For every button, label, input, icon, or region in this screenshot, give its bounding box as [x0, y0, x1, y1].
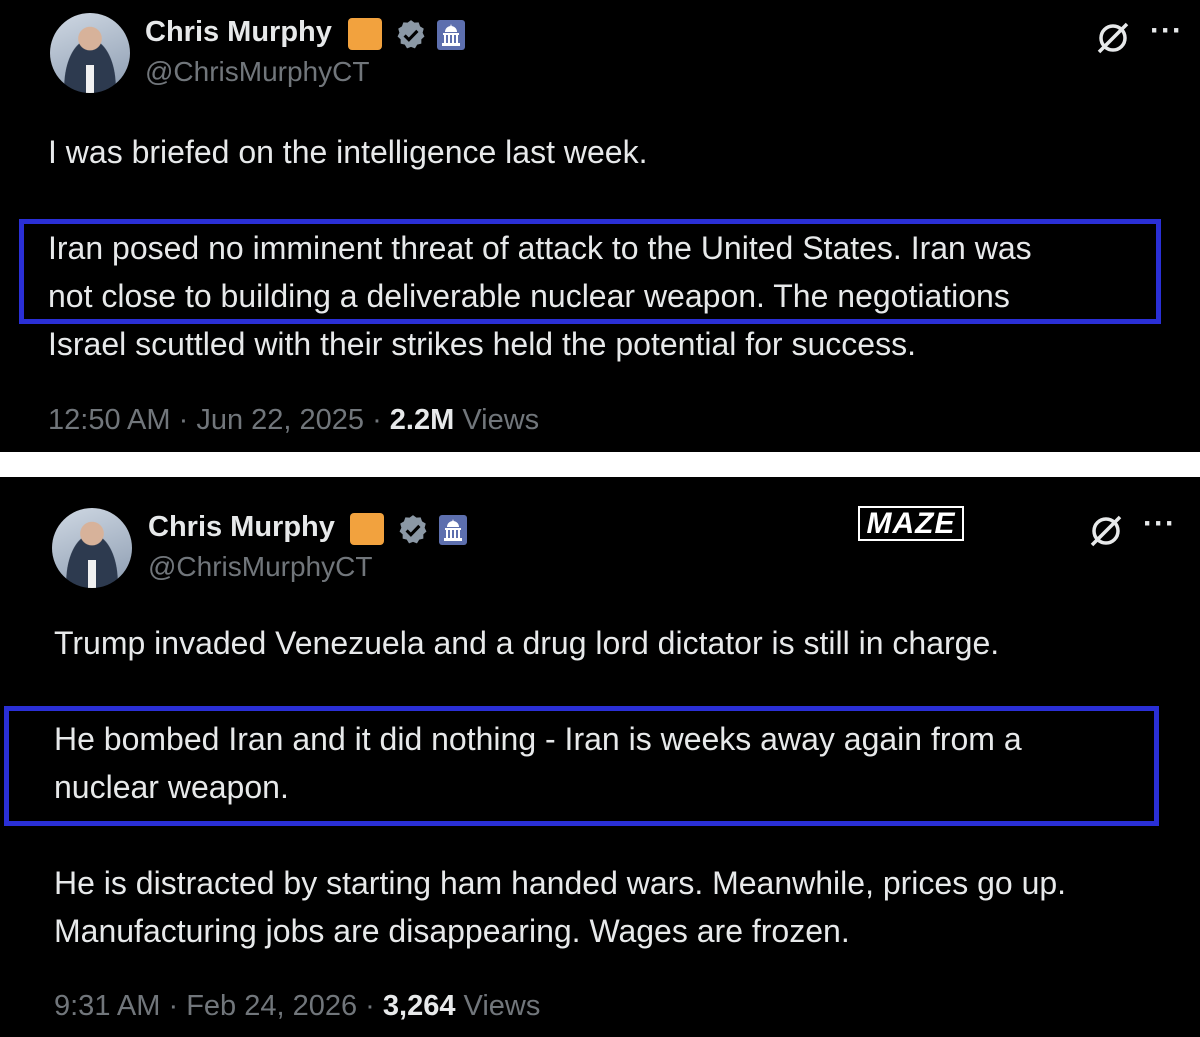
highlighted-line: Iran posed no imminent threat of attack … [48, 230, 1032, 266]
separator: · [364, 404, 390, 436]
more-icon[interactable]: ··· [1150, 14, 1183, 48]
affiliation-badge-icon [348, 18, 382, 50]
separator: · [170, 404, 197, 436]
capitol-icon [437, 20, 465, 50]
affiliation-badge-icon [350, 513, 384, 545]
tweet-meta: 9:31 AM · Feb 24, 2026 · 3,264 Views [54, 990, 540, 1023]
views-label: Views [462, 404, 540, 436]
tweet-line: Israel scuttled with their strikes held … [48, 326, 916, 362]
more-icon[interactable]: ··· [1143, 507, 1176, 541]
tweet-2: Chris Murphy @ChrisMurphyCT ··· Trump in… [0, 477, 1200, 1037]
author-handle[interactable]: @ChrisMurphyCT [145, 56, 369, 88]
highlighted-line: He bombed Iran and it did nothing - Iran… [54, 721, 1022, 757]
capitol-icon [439, 515, 467, 545]
separator: · [357, 990, 383, 1022]
separator: · [160, 990, 187, 1022]
tweet-meta: 12:50 AM · Jun 22, 2025 · 2.2M Views [48, 404, 539, 437]
highlighted-line: nuclear weapon. [54, 769, 289, 805]
grok-icon[interactable] [1086, 511, 1126, 551]
tweet-time: 12:50 AM [48, 404, 171, 436]
verified-badge-icon [397, 20, 425, 49]
timestamp-link[interactable]: 12:50 AM · Jun 22, 2025 [48, 404, 364, 436]
verified-badge-icon [399, 515, 427, 544]
views-count: 3,264 [382, 990, 456, 1022]
tweet-time: 9:31 AM [54, 990, 161, 1022]
highlighted-line: not close to building a deliverable nucl… [48, 278, 1010, 314]
tweet-paragraph: Trump invaded Venezuela and a drug lord … [54, 625, 1000, 661]
views-label: Views [463, 990, 541, 1022]
tweet-paragraph: I was briefed on the intelligence last w… [48, 134, 648, 170]
author-name[interactable]: Chris Murphy [145, 16, 332, 49]
avatar[interactable] [52, 508, 132, 588]
tweet-date: Feb 24, 2026 [186, 990, 358, 1022]
author-handle[interactable]: @ChrisMurphyCT [148, 551, 372, 583]
views-count: 2.2M [389, 404, 455, 436]
maze-watermark: MAZE [858, 506, 964, 541]
tweet-date: Jun 22, 2025 [196, 404, 365, 436]
tweet-1: Chris Murphy @ChrisMurphyCT ··· I was br… [0, 0, 1200, 452]
author-name[interactable]: Chris Murphy [148, 511, 335, 544]
avatar[interactable] [50, 13, 130, 93]
grok-icon[interactable] [1093, 18, 1133, 58]
tweet-line: Manufacturing jobs are disappearing. Wag… [54, 913, 850, 949]
tweet-line: He is distracted by starting ham handed … [54, 865, 1067, 901]
timestamp-link[interactable]: 9:31 AM · Feb 24, 2026 [54, 990, 357, 1022]
